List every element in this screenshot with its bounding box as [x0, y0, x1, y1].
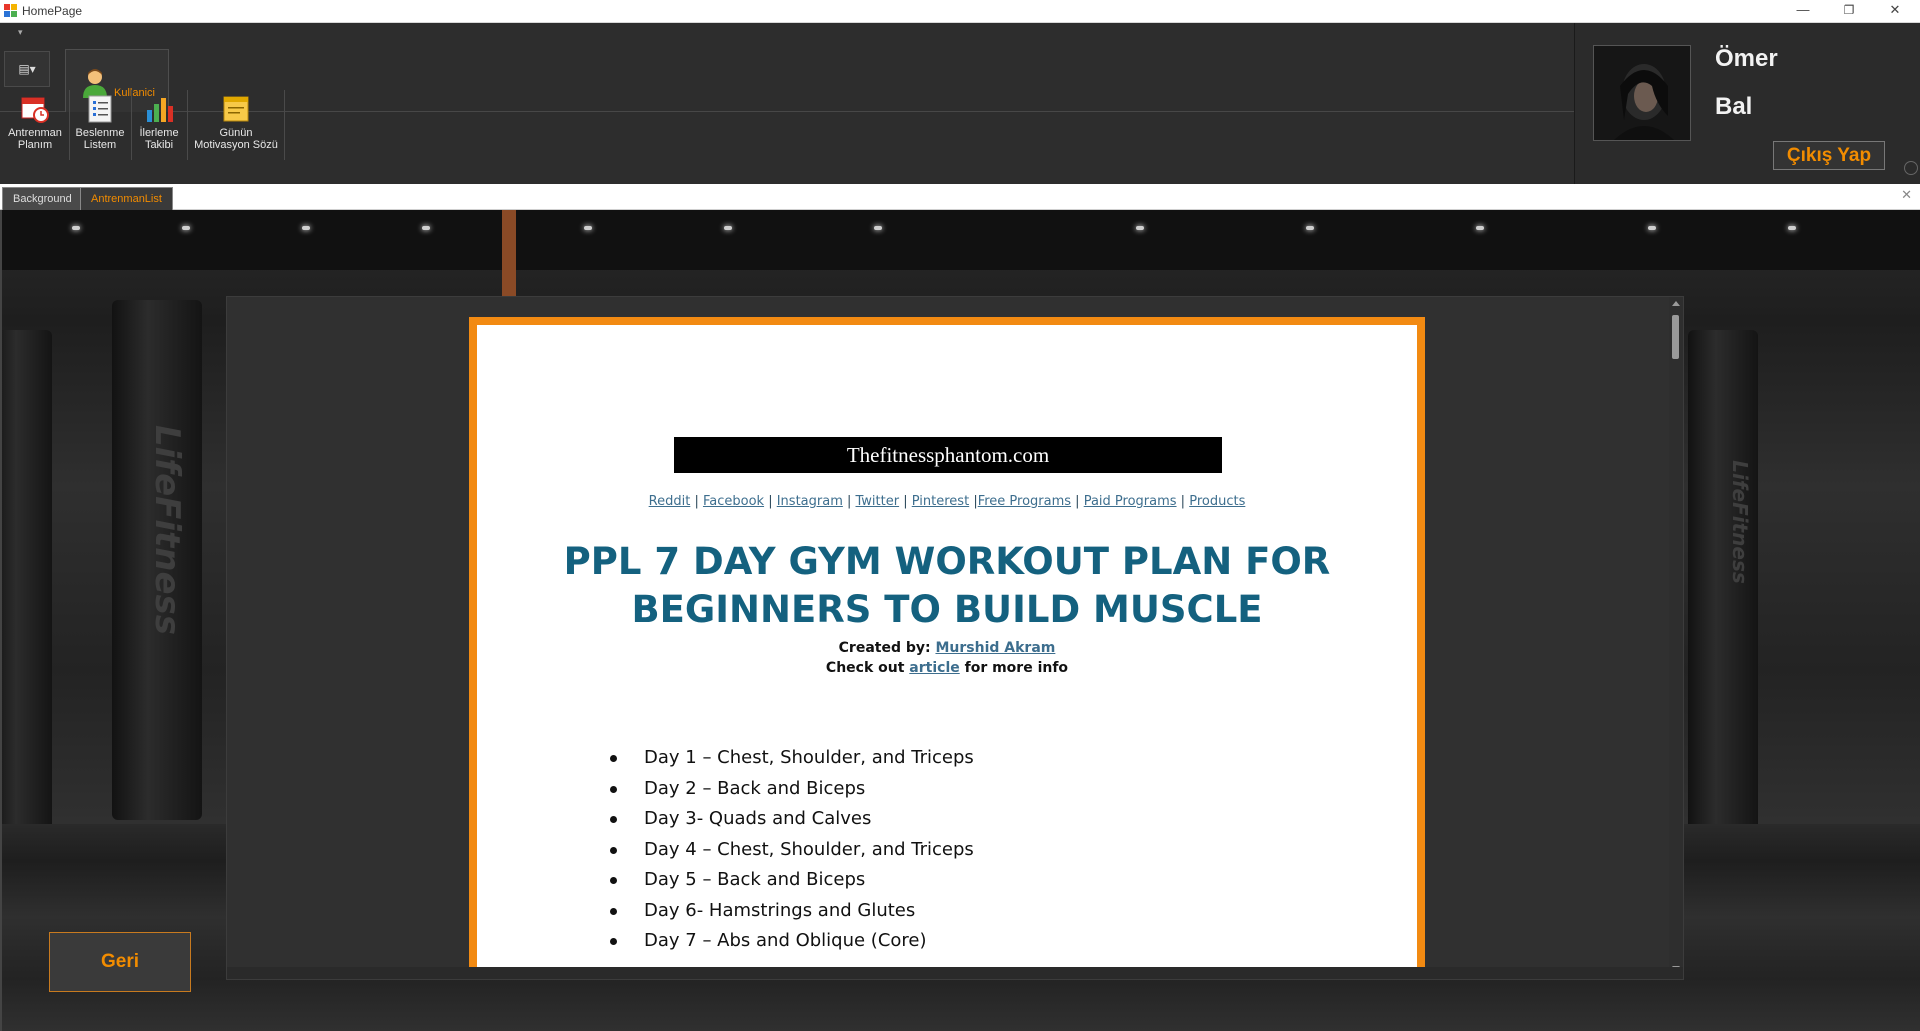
gunun-motivasyon-sozu-line1: Günün: [219, 127, 253, 139]
document-close-icon[interactable]: ✕: [1901, 187, 1912, 203]
list-item: Day 3- Quads and Calves: [610, 804, 974, 835]
check-out-suffix: for more info: [964, 660, 1069, 676]
link-reddit[interactable]: Reddit: [649, 494, 691, 509]
list-item: Day 5 – Back and Biceps: [610, 865, 974, 896]
restore-button[interactable]: ❐: [1826, 0, 1872, 22]
beslenme-listem-line2: Listem: [83, 139, 117, 151]
logout-button[interactable]: Çıkış Yap: [1773, 141, 1885, 170]
beslenme-listem-button[interactable]: Beslenme Listem: [70, 90, 130, 151]
quick-access-toolbar[interactable]: ▾: [18, 27, 23, 38]
beslenme-listem-line1: Beslenme: [75, 127, 125, 139]
social-links: Reddit | Facebook | Instagram | Twitter …: [648, 494, 1246, 509]
site-banner: Thefitnessphantom.com: [674, 437, 1222, 473]
application-menu-button[interactable]: ▤▾: [4, 51, 50, 87]
bar-chart-icon: [144, 94, 174, 124]
user-last-name: Bal: [1715, 93, 1753, 120]
link-free-programs[interactable]: Free Programs: [978, 494, 1071, 509]
gunun-motivasyon-sozu-line2: Motivasyon Sözü: [194, 139, 278, 151]
tab-antrenmanlist[interactable]: AntrenmanList: [80, 187, 173, 210]
list-item: Day 6- Hamstrings and Glutes: [610, 896, 974, 927]
pdf-page: Thefitnessphantom.com Reddit | Facebook …: [469, 317, 1425, 979]
link-products[interactable]: Products: [1189, 494, 1245, 509]
link-twitter[interactable]: Twitter: [856, 494, 900, 509]
tab-background[interactable]: Background: [2, 187, 83, 210]
close-button[interactable]: ✕: [1872, 0, 1918, 22]
list-item: Day 7 – Abs and Oblique (Core): [610, 926, 974, 957]
antrenman-planim-line1: Antrenman: [8, 127, 62, 139]
window-title: HomePage: [22, 4, 83, 18]
article-link[interactable]: article: [909, 660, 959, 676]
calendar-clock-icon: [20, 94, 50, 124]
antrenman-planim-button[interactable]: Antrenman Planım: [2, 90, 68, 151]
checklist-icon: [85, 94, 115, 124]
document-webview[interactable]: Thefitnessphantom.com Reddit | Facebook …: [226, 296, 1684, 980]
ilerleme-takibi-line1: İlerleme: [139, 127, 179, 139]
back-button[interactable]: Geri: [49, 932, 191, 992]
vertical-scrollbar[interactable]: [1669, 297, 1683, 975]
ribbon-separator: [187, 90, 188, 160]
list-item: Day 2 – Back and Biceps: [610, 774, 974, 805]
scroll-up-icon[interactable]: [1672, 301, 1680, 306]
link-paid-programs[interactable]: Paid Programs: [1084, 494, 1177, 509]
author-link[interactable]: Murshid Akram: [935, 640, 1055, 656]
link-pinterest[interactable]: Pinterest: [912, 494, 969, 509]
window-titlebar: HomePage — ❐ ✕: [0, 0, 1920, 23]
document-title: PPL 7 DAY GYM WORKOUT PLAN FOR BEGINNERS…: [477, 538, 1417, 634]
app-icon: [4, 4, 17, 17]
document-title-line1: PPL 7 DAY GYM WORKOUT PLAN FOR: [563, 540, 1331, 583]
horizontal-scrollbar[interactable]: [227, 967, 1683, 979]
ilerleme-takibi-button[interactable]: İlerleme Takibi: [132, 90, 186, 151]
document-title-line2: BEGINNERS TO BUILD MUSCLE: [631, 588, 1263, 631]
workout-days-list: Day 1 – Chest, Shoulder, and Triceps Day…: [610, 743, 974, 957]
ilerleme-takibi-line2: Takibi: [144, 139, 174, 151]
user-panel: Ömer Bal Çıkış Yap: [1575, 23, 1920, 184]
minimize-button[interactable]: —: [1780, 0, 1826, 22]
document-tab-strip: Background AntrenmanList ✕: [0, 184, 1920, 210]
ribbon: ▾ ▤▾ Kullanici Antrenman Planım Beslenme…: [0, 23, 1575, 184]
list-item: Day 4 – Chest, Shoulder, and Triceps: [610, 835, 974, 866]
list-item: Day 1 – Chest, Shoulder, and Triceps: [610, 743, 974, 774]
check-out-prefix: Check out: [825, 660, 905, 676]
credit-block: Created by: Murshid Akram Check out arti…: [477, 638, 1417, 678]
link-instagram[interactable]: Instagram: [777, 494, 843, 509]
ribbon-separator: [284, 90, 285, 160]
user-first-name: Ömer: [1715, 45, 1778, 72]
note-icon: [221, 94, 251, 124]
avatar: [1593, 45, 1691, 141]
antrenman-planim-line2: Planım: [17, 139, 53, 151]
created-by-label: Created by:: [838, 640, 931, 656]
scrollbar-thumb[interactable]: [1672, 315, 1679, 359]
gunun-motivasyon-sozu-button[interactable]: Günün Motivasyon Sözü: [190, 90, 282, 151]
link-facebook[interactable]: Facebook: [703, 494, 764, 509]
panel-resize-icon[interactable]: [1904, 161, 1918, 175]
